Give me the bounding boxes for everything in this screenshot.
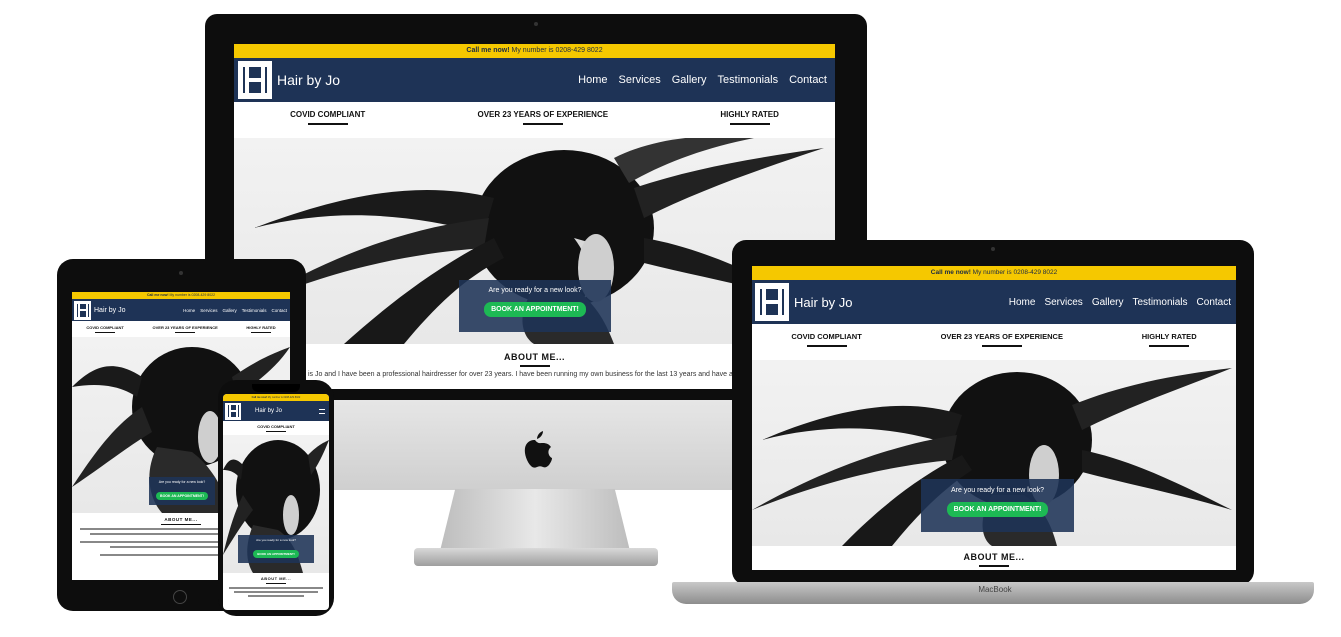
nav-services[interactable]: Services — [200, 308, 217, 313]
hero-image: Are you ready for a new look? BOOK AN AP… — [752, 360, 1236, 546]
cta-question: Are you ready for a new look? — [488, 287, 582, 294]
phone-number[interactable]: My number is 0208-429 8022 — [973, 269, 1058, 276]
top-bar: Call me now! My number is 0208-429 8022 — [223, 394, 329, 401]
cta-question: Are you ready for a new look? — [256, 538, 296, 542]
apple-logo-icon — [516, 428, 554, 472]
cta-box: Are you ready for a new look? BOOK AN AP… — [238, 535, 314, 563]
top-bar: Call me now! My number is 0208-429 8022 — [752, 266, 1236, 280]
cta-box: Are you ready for a new look? BOOK AN AP… — [459, 280, 611, 332]
navbar: Hair by Jo Home Services Gallery Testimo… — [234, 58, 835, 102]
cta-box: Are you ready for a new look? BOOK AN AP… — [921, 479, 1074, 532]
nav-contact[interactable]: Contact — [271, 308, 287, 313]
feature-rated: HIGHLY RATED — [246, 325, 276, 337]
hero-image: Are you ready for a new look? BOOK AN AP… — [223, 435, 329, 573]
phone-number[interactable]: My number is 0208-429 8022 — [268, 396, 301, 399]
navbar: Hair by Jo Home Services Gallery Testimo… — [752, 280, 1236, 324]
about-text-lines — [223, 587, 329, 597]
feature-rated: HIGHLY RATED — [1142, 332, 1197, 360]
feature-covid: COVID COMPLIANT — [86, 325, 124, 337]
nav-home[interactable]: Home — [1009, 297, 1036, 308]
logo[interactable] — [755, 283, 789, 321]
laptop-label: MacBook — [978, 585, 1012, 594]
book-appointment-button[interactable]: BOOK AN APPOINTMENT! — [253, 550, 299, 558]
nav-gallery[interactable]: Gallery — [672, 74, 707, 86]
nav-home[interactable]: Home — [183, 308, 195, 313]
nav-gallery[interactable]: Gallery — [222, 308, 236, 313]
brand-name[interactable]: Hair by Jo — [255, 408, 282, 414]
feature-experience: OVER 23 YEARS OF EXPERIENCE — [153, 325, 218, 337]
nav-links: Home Services Gallery Testimonials Conta… — [578, 74, 827, 86]
tablet-camera — [179, 271, 183, 275]
laptop-screen: Call me now! My number is 0208-429 8022 … — [752, 266, 1236, 570]
menu-icon[interactable] — [319, 408, 325, 414]
about-title: ABOUT ME... — [963, 552, 1025, 562]
feature-strip: COVID COMPLIANT OVER 23 YEARS OF EXPERIE… — [752, 324, 1236, 360]
phone-number[interactable]: My number is 0208-429 8022 — [170, 293, 216, 297]
nav-gallery[interactable]: Gallery — [1092, 297, 1124, 308]
book-appointment-button[interactable]: BOOK AN APPOINTMENT! — [484, 302, 586, 317]
brand-name[interactable]: Hair by Jo — [794, 295, 853, 310]
brand-name[interactable]: Hair by Jo — [277, 72, 340, 88]
cta-question: Are you ready for a new look? — [158, 480, 206, 484]
book-appointment-button[interactable]: BOOK AN APPOINTMENT! — [156, 492, 208, 500]
navbar: Hair by Jo Home Services Gallery Testimo… — [72, 299, 290, 321]
feature-experience: OVER 23 YEARS OF EXPERIENCE — [941, 332, 1063, 360]
imac-stand-neck — [440, 489, 630, 551]
nav-contact[interactable]: Contact — [789, 74, 827, 86]
top-bar: Call me now! My number is 0208-429 8022 — [234, 44, 835, 58]
feature-covid: COVID COMPLIANT — [257, 424, 295, 435]
feature-strip: COVID COMPLIANT OVER 23 YEARS OF EXPERIE… — [234, 102, 835, 138]
imac-stand-foot — [414, 548, 658, 566]
call-label: Call me now! — [466, 47, 510, 54]
brand-name[interactable]: Hair by Jo — [94, 307, 126, 314]
feature-experience: OVER 23 YEARS OF EXPERIENCE — [478, 110, 608, 138]
call-label: Call me now! — [251, 396, 268, 399]
nav-testimonials[interactable]: Testimonials — [1133, 297, 1188, 308]
laptop-camera — [991, 247, 995, 251]
logo[interactable] — [225, 402, 241, 420]
nav-links: Home Services Gallery Testimonials Conta… — [1009, 297, 1231, 308]
nav-testimonials[interactable]: Testimonials — [242, 308, 267, 313]
phone-screen: Call me now! My number is 0208-429 8022 … — [223, 394, 329, 610]
nav-links: Home Services Gallery Testimonials Conta… — [183, 308, 287, 313]
feature-covid: COVID COMPLIANT — [290, 110, 365, 138]
logo[interactable] — [238, 61, 272, 99]
feature-strip: COVID COMPLIANT OVER 23 YEARS OF EXPERIE… — [72, 321, 290, 337]
nav-home[interactable]: Home — [578, 74, 607, 86]
about-section: ABOUT ME... — [752, 546, 1236, 567]
navbar: Hair by Jo — [223, 401, 329, 421]
about-section: ABOUT ME... — [223, 573, 329, 597]
nav-services[interactable]: Services — [1044, 297, 1082, 308]
about-title: ABOUT ME... — [260, 576, 292, 581]
logo[interactable] — [74, 300, 91, 320]
nav-contact[interactable]: Contact — [1197, 297, 1231, 308]
feature-rated: HIGHLY RATED — [720, 110, 779, 138]
cta-box: Are you ready for a new look? BOOK AN AP… — [149, 477, 215, 505]
imac-camera — [534, 22, 538, 26]
nav-testimonials[interactable]: Testimonials — [718, 74, 779, 86]
phone-number[interactable]: My number is 0208-429 8022 — [512, 47, 603, 54]
feature-covid: COVID COMPLIANT — [791, 332, 862, 360]
call-label: Call me now! — [930, 269, 971, 276]
call-label: Call me now! — [146, 293, 169, 297]
phone-notch — [252, 384, 300, 392]
tablet-home-button[interactable] — [173, 590, 187, 604]
feature-strip: COVID COMPLIANT — [223, 421, 329, 435]
nav-services[interactable]: Services — [619, 74, 661, 86]
top-bar: Call me now! My number is 0208-429 8022 — [72, 292, 290, 299]
book-appointment-button[interactable]: BOOK AN APPOINTMENT! — [946, 502, 1049, 517]
cta-question: Are you ready for a new look? — [951, 487, 1044, 494]
